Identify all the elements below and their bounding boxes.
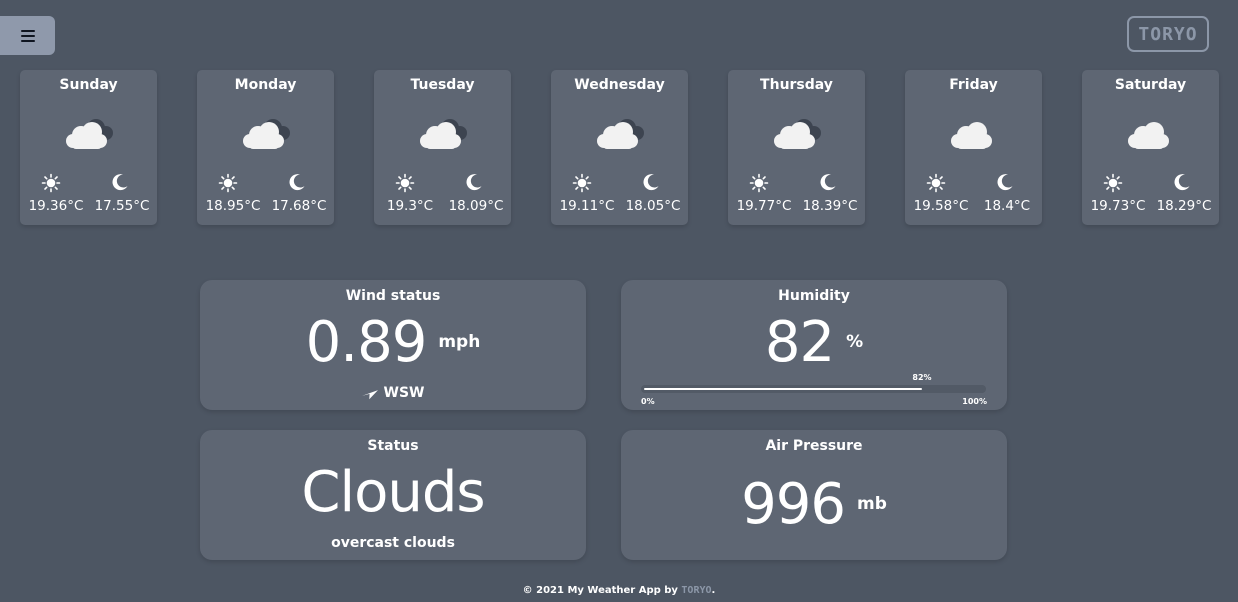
night-temperature: 17.68°C <box>271 198 327 214</box>
sun-icon <box>41 173 61 193</box>
status-card: Status Clouds overcast clouds <box>200 430 586 560</box>
moon-icon <box>1173 173 1191 191</box>
pressure-value: 996 <box>741 472 846 537</box>
footer-brand[interactable]: TORYO <box>681 585 711 596</box>
forecast-strip: Sunday 19.36°C 17.55°C Monday 18.95°C 17… <box>20 70 1219 225</box>
day-card[interactable]: Thursday 19.77°C 18.39°C <box>728 70 865 225</box>
sun-icon <box>926 173 946 193</box>
humidity-progress-fill <box>644 388 922 390</box>
status-description: overcast clouds <box>331 535 455 551</box>
night-temperature: 18.05°C <box>625 198 681 214</box>
broken-clouds-icon <box>770 114 824 154</box>
card-title: Wind status <box>345 288 441 304</box>
wind-speed-value: 0.89 <box>305 310 428 375</box>
day-card[interactable]: Wednesday 19.11°C 18.05°C <box>551 70 688 225</box>
moon-icon <box>288 173 306 191</box>
status-value: Clouds <box>301 460 485 525</box>
moon-icon <box>819 173 837 191</box>
menu-button[interactable] <box>0 16 55 55</box>
humidity-progress-bar <box>641 385 986 393</box>
night-temperature: 18.39°C <box>802 198 858 214</box>
footer: © 2021 My Weather App by TORYO. <box>0 585 1238 596</box>
day-temperature: 19.11°C <box>559 198 615 214</box>
night-temperature: 18.09°C <box>448 198 504 214</box>
day-name: Monday <box>234 77 297 93</box>
day-temperature: 19.36°C <box>28 198 84 214</box>
broken-clouds-icon <box>416 114 470 154</box>
day-name: Wednesday <box>574 77 665 93</box>
day-card[interactable]: Monday 18.95°C 17.68°C <box>197 70 334 225</box>
wind-direction: WSW <box>383 385 425 401</box>
app-logo[interactable]: TORYO <box>1127 16 1209 52</box>
footer-end: . <box>711 585 716 596</box>
day-card[interactable]: Sunday 19.36°C 17.55°C <box>20 70 157 225</box>
sun-icon <box>572 173 592 193</box>
day-temperature: 19.58°C <box>913 198 969 214</box>
day-temperature: 19.3°C <box>386 198 434 214</box>
day-card[interactable]: Friday 19.58°C 18.4°C <box>905 70 1042 225</box>
wind-direction-icon <box>361 390 378 400</box>
humidity-min-label: 0% <box>641 397 655 406</box>
day-name: Tuesday <box>410 77 475 93</box>
humidity-card: Humidity 82 % 82% 0% 100% <box>621 280 1007 410</box>
day-name: Thursday <box>760 77 833 93</box>
day-card[interactable]: Tuesday 19.3°C 18.09°C <box>374 70 511 225</box>
footer-text: © 2021 My Weather App by <box>522 585 682 596</box>
moon-icon <box>111 173 129 191</box>
day-temperature: 19.77°C <box>736 198 792 214</box>
card-title: Status <box>367 438 419 454</box>
wind-status-card: Wind status 0.89 mph WSW <box>200 280 586 410</box>
sun-icon <box>218 173 238 193</box>
hamburger-icon <box>20 29 35 42</box>
humidity-max-label: 100% <box>962 397 987 406</box>
weather-app: TORYO Sunday 19.36°C 17.55°C Monday 18.9… <box>0 0 1238 602</box>
moon-icon <box>642 173 660 191</box>
moon-icon <box>465 173 483 191</box>
sun-icon <box>749 173 769 193</box>
night-temperature: 17.55°C <box>94 198 150 214</box>
day-temperature: 19.73°C <box>1090 198 1146 214</box>
day-card[interactable]: Saturday 19.73°C 18.29°C <box>1082 70 1219 225</box>
humidity-percent-label: 82% <box>912 373 932 382</box>
cloud-icon <box>947 114 1001 154</box>
humidity-unit: % <box>846 331 864 352</box>
day-name: Sunday <box>59 77 118 93</box>
broken-clouds-icon <box>593 114 647 154</box>
day-name: Saturday <box>1114 77 1187 93</box>
wind-speed-unit: mph <box>438 331 481 352</box>
card-title: Humidity <box>778 288 850 304</box>
cloud-icon <box>1124 114 1178 154</box>
broken-clouds-icon <box>62 114 116 154</box>
sun-icon <box>395 173 415 193</box>
pressure-unit: mb <box>857 493 887 514</box>
sun-icon <box>1103 173 1123 193</box>
night-temperature: 18.4°C <box>983 198 1031 214</box>
night-temperature: 18.29°C <box>1156 198 1212 214</box>
day-temperature: 18.95°C <box>205 198 261 214</box>
moon-icon <box>996 173 1014 191</box>
air-pressure-card: Air Pressure 996 mb <box>621 430 1007 560</box>
humidity-value: 82 <box>764 310 835 375</box>
broken-clouds-icon <box>239 114 293 154</box>
card-title: Air Pressure <box>765 438 863 454</box>
day-name: Friday <box>949 77 998 93</box>
